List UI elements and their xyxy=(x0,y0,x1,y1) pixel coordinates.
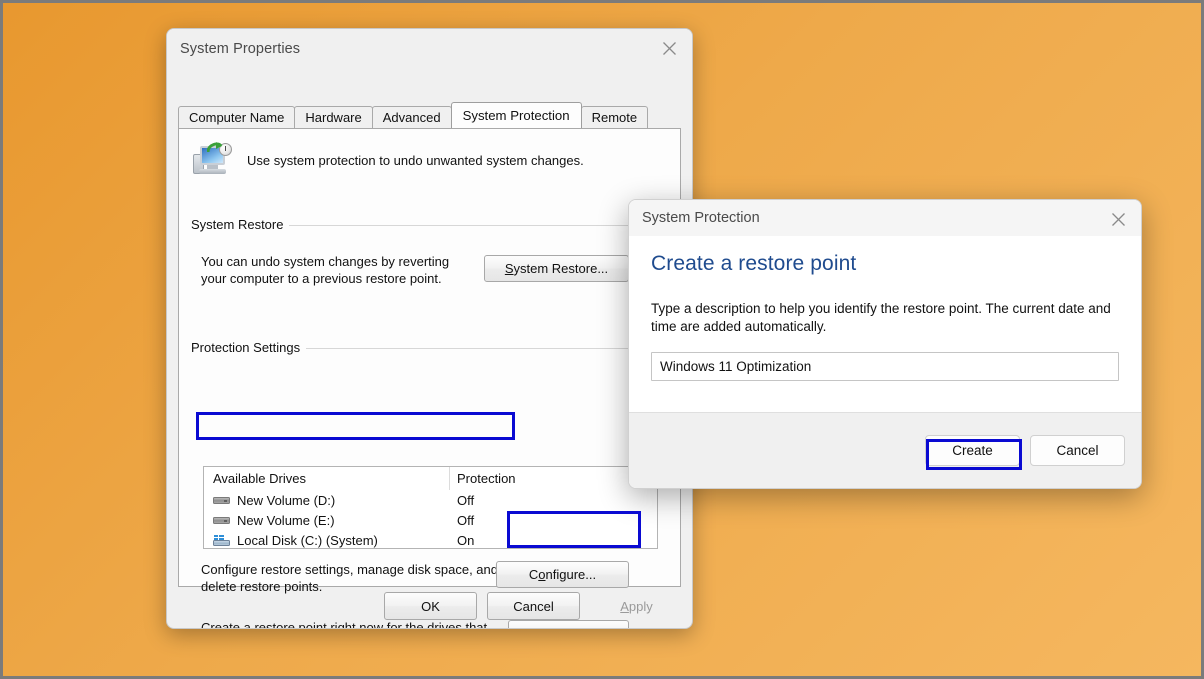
cancel-button[interactable]: Cancel xyxy=(487,592,580,620)
configure-button[interactable]: Configure... xyxy=(496,561,629,588)
tab-advanced[interactable]: Advanced xyxy=(371,106,452,128)
system-protection-dialog-body: Create a restore point Type a descriptio… xyxy=(629,236,1141,413)
desktop-background: System Properties Computer Name Hardware… xyxy=(0,0,1204,679)
tab-remote[interactable]: Remote xyxy=(580,106,649,128)
system-restore-description: You can undo system changes by reverting… xyxy=(201,254,450,286)
close-icon[interactable] xyxy=(1095,200,1141,238)
create-button[interactable]: Create xyxy=(925,435,1020,466)
tab-strip: Computer Name Hardware Advanced System P… xyxy=(178,102,649,128)
available-drives-list[interactable]: Available Drives Protection New Volume (… xyxy=(203,466,658,549)
cancel-button[interactable]: Cancel xyxy=(1030,435,1125,466)
table-row-selected[interactable]: Local Disk (C:) (System) On xyxy=(204,530,657,548)
system-protection-dialog-titlebar: System Protection xyxy=(629,200,1141,236)
create-restore-point-button[interactable]: Create... xyxy=(508,620,629,628)
column-header-protection: Protection xyxy=(457,471,516,486)
apply-button-label-rest: pply xyxy=(628,598,653,614)
tab-hardware[interactable]: Hardware xyxy=(294,106,373,128)
system-protection-dialog-title: System Protection xyxy=(642,210,760,226)
table-row[interactable]: New Volume (E:) Off xyxy=(204,510,657,530)
drive-protection-state: On xyxy=(457,532,475,548)
system-drive-icon xyxy=(213,534,230,546)
drive-protection-state: Off xyxy=(457,512,475,528)
drive-name: New Volume (D:) xyxy=(237,492,336,508)
system-protection-dialog-footer: Create Cancel xyxy=(629,412,1141,488)
system-properties-title: System Properties xyxy=(180,41,301,57)
protection-settings-legend: Protection Settings xyxy=(191,340,307,355)
drive-name: New Volume (E:) xyxy=(237,512,335,528)
ok-button[interactable]: OK xyxy=(384,592,477,620)
tab-computer-name[interactable]: Computer Name xyxy=(178,106,296,128)
system-protection-header: Use system protection to undo unwanted s… xyxy=(179,129,680,178)
drive-icon xyxy=(213,494,230,506)
page-title: Create a restore point xyxy=(651,252,857,275)
system-properties-window: System Properties Computer Name Hardware… xyxy=(166,28,693,629)
table-row[interactable]: New Volume (D:) Off xyxy=(204,490,657,510)
system-protection-icon xyxy=(193,142,233,178)
drive-name: Local Disk (C:) (System) xyxy=(237,532,378,548)
dialog-description: Type a description to help you identify … xyxy=(651,301,1111,334)
tab-system-protection[interactable]: System Protection xyxy=(450,102,582,128)
configure-description: Configure restore settings, manage disk … xyxy=(201,562,499,594)
create-description: Create a restore point right now for the… xyxy=(201,620,488,629)
column-header-available-drives: Available Drives xyxy=(213,471,306,486)
system-restore-legend: System Restore xyxy=(191,217,290,232)
configure-button-label-rest: nfigure... xyxy=(545,567,597,582)
system-protection-header-text: Use system protection to undo unwanted s… xyxy=(247,152,584,168)
drive-icon xyxy=(213,514,230,526)
system-restore-group: System Restore You can undo system chang… xyxy=(191,217,670,305)
system-properties-titlebar: System Properties xyxy=(167,29,692,69)
system-restore-button-label: ystem Restore... xyxy=(513,261,609,276)
system-restore-button[interactable]: System Restore... xyxy=(484,255,629,282)
system-protection-tab-page: Use system protection to undo unwanted s… xyxy=(178,128,681,628)
restore-point-description-input[interactable] xyxy=(651,352,1119,381)
close-icon[interactable] xyxy=(646,29,692,67)
system-protection-dialog: System Protection Create a restore point… xyxy=(628,199,1142,489)
drive-protection-state: Off xyxy=(457,492,475,508)
apply-button: Apply xyxy=(590,592,683,620)
protection-settings-group: Protection Settings Available Drives Pro… xyxy=(191,340,670,628)
drives-list-header: Available Drives Protection xyxy=(204,467,657,490)
create-button-label-rest: reate... xyxy=(553,626,593,628)
